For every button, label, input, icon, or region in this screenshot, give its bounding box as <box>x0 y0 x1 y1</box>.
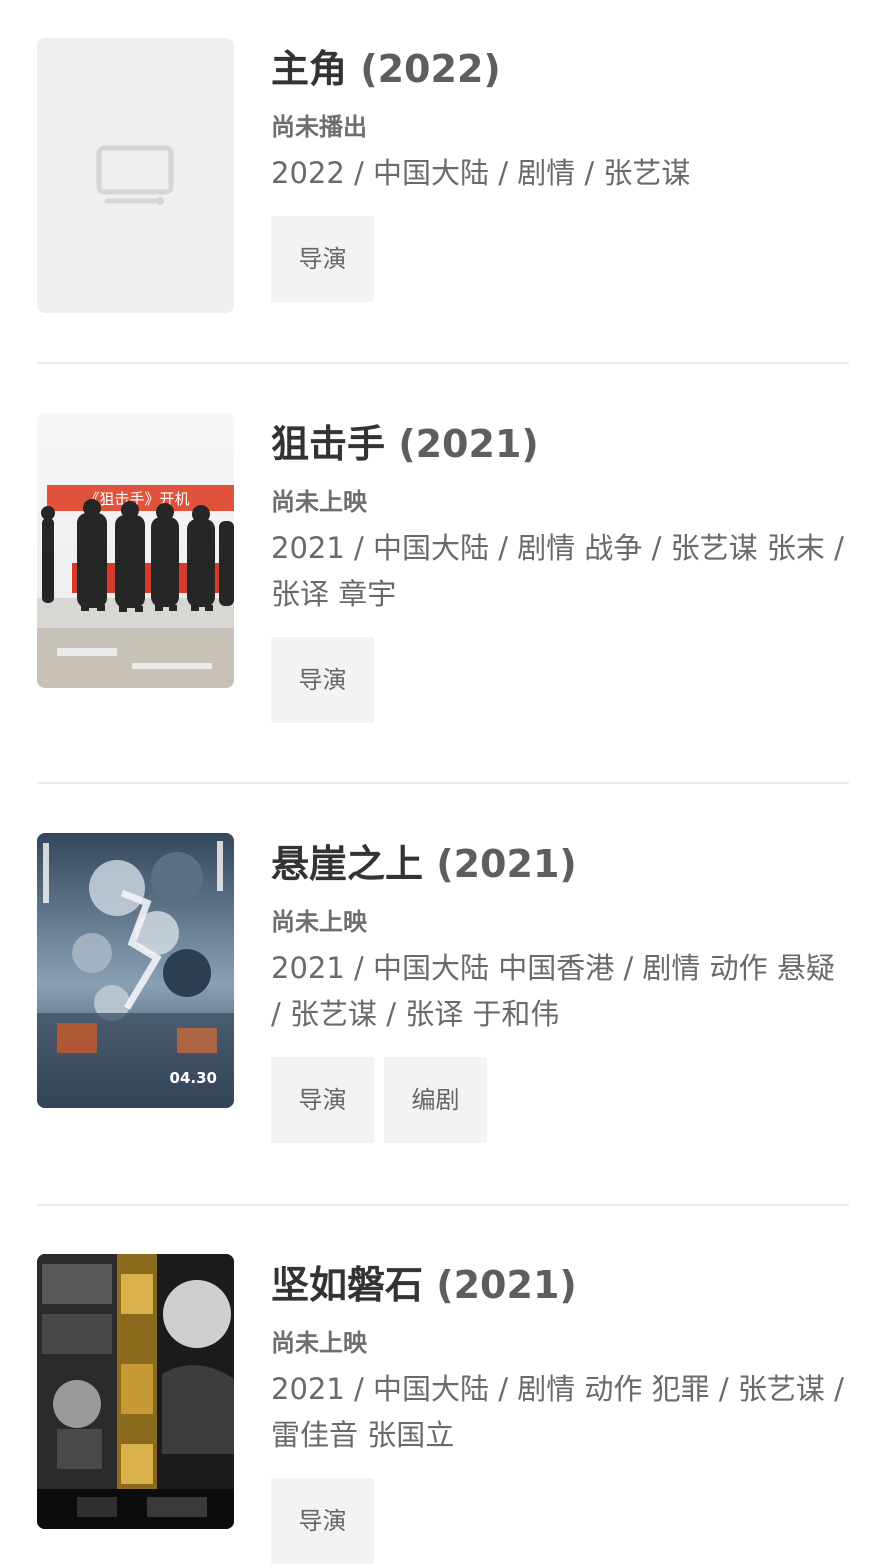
release-date-text: 04.30 <box>170 1069 217 1087</box>
role-tags: 导演 <box>271 637 849 723</box>
film-crew-poster-image: 《狙击手》开机 <box>37 413 234 688</box>
movie-title[interactable]: 坚如磐石 (2021) <box>271 1254 849 1316</box>
movie-year: (2021) <box>436 842 577 886</box>
release-status: 尚未播出 <box>271 113 367 141</box>
role-tags: 导演 编剧 <box>271 1057 849 1143</box>
movie-name: 狙击手 <box>271 422 386 466</box>
poster-placeholder[interactable] <box>37 38 234 313</box>
spy-thriller-poster-image: 04.30 <box>37 833 234 1108</box>
movie-title[interactable]: 悬崖之上 (2021) <box>271 833 849 895</box>
movie-name: 坚如磐石 <box>271 1263 424 1307</box>
divider <box>37 782 849 784</box>
tv-icon <box>37 38 234 313</box>
release-status: 尚未上映 <box>271 1329 367 1357</box>
movie-title[interactable]: 主角 (2022) <box>271 38 849 100</box>
release-status: 尚未上映 <box>271 908 367 936</box>
divider <box>37 1204 849 1206</box>
divider <box>37 362 849 364</box>
poster-image[interactable] <box>37 1254 234 1529</box>
role-tag-director[interactable]: 导演 <box>271 637 374 723</box>
movie-title[interactable]: 狙击手 (2021) <box>271 413 849 475</box>
role-tags: 导演 <box>271 1478 849 1564</box>
poster-image[interactable]: 《狙击手》开机 <box>37 413 234 688</box>
crime-drama-poster-image <box>37 1254 234 1529</box>
movie-meta: 2021 / 中国大陆 / 剧情 战争 / 张艺谋 张末 / 张译 章宇 <box>271 531 844 611</box>
poster-image[interactable]: 04.30 <box>37 833 234 1108</box>
role-tag-writer[interactable]: 编剧 <box>384 1057 487 1143</box>
movie-year: (2021) <box>436 1263 577 1307</box>
movie-meta: 2021 / 中国大陆 中国香港 / 剧情 动作 悬疑 / 张艺谋 / 张译 于… <box>271 951 835 1031</box>
movie-meta: 2022 / 中国大陆 / 剧情 / 张艺谋 <box>271 156 691 190</box>
movie-meta: 2021 / 中国大陆 / 剧情 动作 犯罪 / 张艺谋 / 雷佳音 张国立 <box>271 1372 844 1452</box>
role-tags: 导演 <box>271 216 849 302</box>
movie-year: (2021) <box>398 422 539 466</box>
role-tag-director[interactable]: 导演 <box>271 1478 374 1564</box>
release-status: 尚未上映 <box>271 488 367 516</box>
movie-name: 悬崖之上 <box>271 842 424 886</box>
movie-year: (2022) <box>360 47 501 91</box>
role-tag-director[interactable]: 导演 <box>271 1057 374 1143</box>
movie-name: 主角 <box>271 47 348 91</box>
role-tag-director[interactable]: 导演 <box>271 216 374 302</box>
